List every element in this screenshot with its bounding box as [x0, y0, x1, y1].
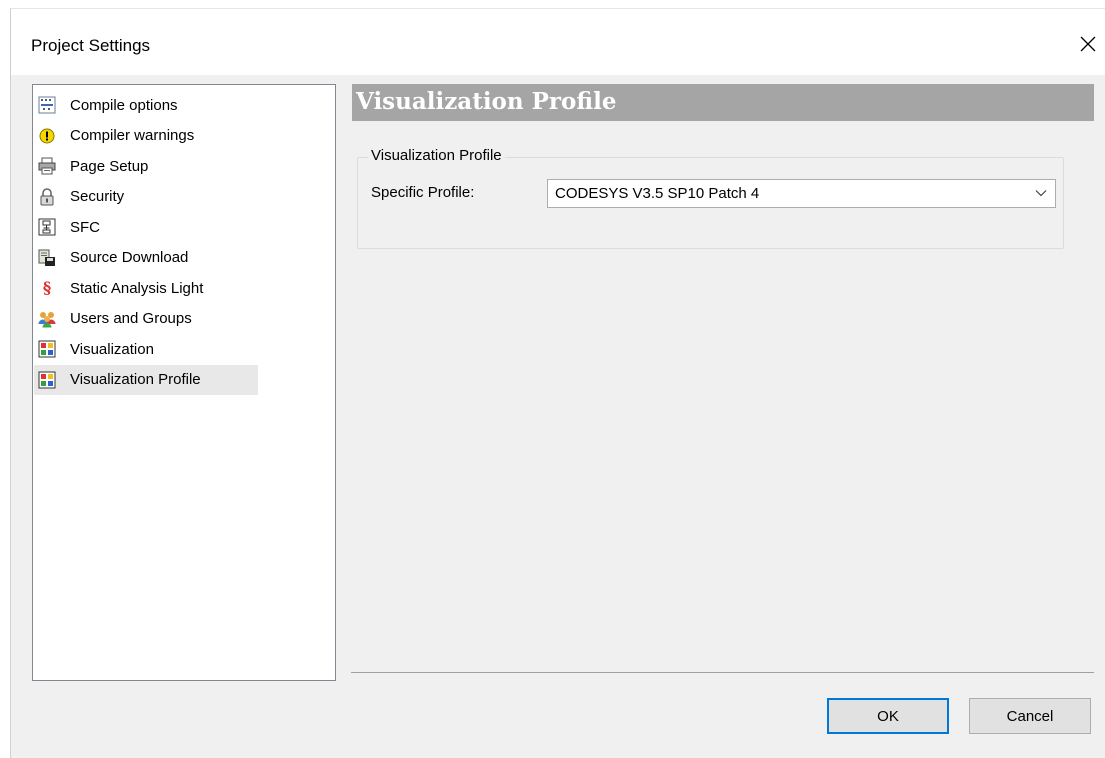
printer-icon	[38, 157, 56, 175]
compile-options-icon	[38, 96, 56, 114]
dropdown-selected-value: CODESYS V3.5 SP10 Patch 4	[555, 185, 760, 202]
tree-item-label: Compile options	[70, 96, 178, 114]
tree-item-label: Visualization	[70, 340, 154, 358]
tree-item-label: Compiler warnings	[70, 127, 195, 145]
tree-item-label: SFC	[70, 218, 100, 236]
specific-profile-label: Specific Profile:	[371, 184, 475, 201]
close-icon	[1080, 36, 1096, 52]
tree-item-visualization-profile[interactable]: Visualization Profile	[34, 364, 258, 395]
title-bar: Project Settings	[11, 9, 1105, 75]
warning-icon	[38, 127, 56, 145]
source-download-icon	[38, 249, 56, 267]
panel-title: Visualization Profile	[356, 88, 617, 115]
close-button[interactable]	[1070, 27, 1105, 61]
tree-item-label: Static Analysis Light	[70, 279, 204, 297]
separator	[351, 672, 1094, 673]
project-settings-dialog: Project Settings Compile options Compile…	[10, 8, 1105, 758]
cancel-button[interactable]: Cancel	[969, 698, 1091, 734]
lock-icon	[38, 187, 56, 206]
visualization-profile-group: Visualization Profile Specific Profile: …	[357, 147, 1064, 249]
panel-header: Visualization Profile	[352, 84, 1094, 121]
tree-item-visualization[interactable]: Visualization	[34, 334, 258, 365]
dialog-title: Project Settings	[31, 36, 151, 55]
cancel-button-label: Cancel	[1006, 707, 1054, 725]
ok-button[interactable]: OK	[827, 698, 949, 734]
tree-item-users-and-groups[interactable]: Users and Groups	[34, 304, 258, 335]
tree-item-sfc[interactable]: SFC	[34, 212, 258, 243]
tree-item-label: Page Setup	[70, 157, 149, 175]
tree-item-security[interactable]: Security	[34, 182, 258, 213]
visualization-icon	[38, 340, 56, 358]
tree-item-compile-options[interactable]: Compile options	[34, 90, 258, 121]
tree-item-page-setup[interactable]: Page Setup	[34, 151, 258, 182]
tree-item-label: Source Download	[70, 249, 189, 267]
group-title: Visualization Profile	[368, 147, 505, 164]
tree-item-label: Visualization Profile	[70, 371, 201, 389]
specific-profile-dropdown[interactable]: CODESYS V3.5 SP10 Patch 4	[547, 179, 1056, 208]
tree-item-source-download[interactable]: Source Download	[34, 243, 258, 274]
section-sign-icon: §	[42, 278, 52, 298]
settings-category-tree[interactable]: Compile options Compiler warnings Page S…	[32, 84, 336, 681]
ok-button-label: OK	[877, 707, 899, 725]
tree-item-static-analysis-light[interactable]: § Static Analysis Light	[34, 273, 258, 304]
visualization-icon	[38, 371, 56, 389]
tree-item-label: Security	[70, 188, 125, 206]
tree-item-compiler-warnings[interactable]: Compiler warnings	[34, 121, 258, 152]
sfc-icon	[38, 218, 56, 236]
chevron-down-icon	[1035, 190, 1047, 197]
tree-item-label: Users and Groups	[70, 310, 192, 328]
users-icon	[38, 310, 56, 328]
